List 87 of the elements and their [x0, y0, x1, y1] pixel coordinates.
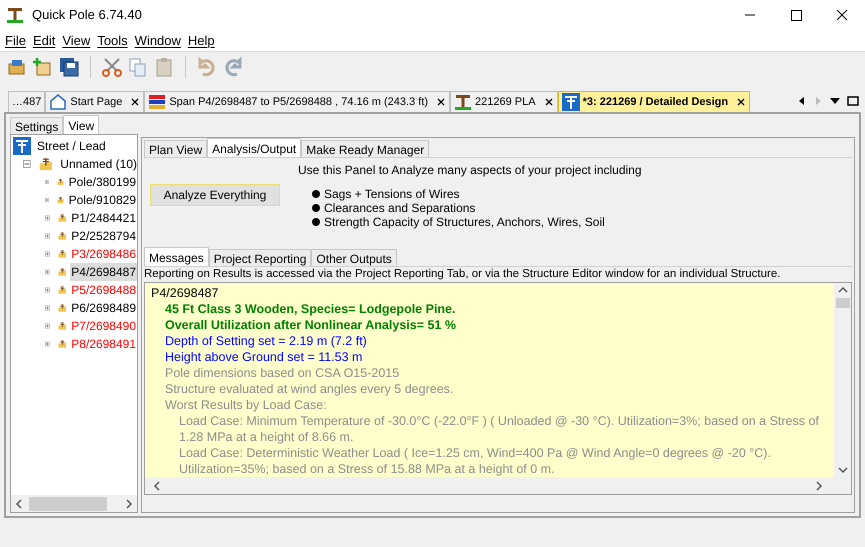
scroll-right-icon[interactable]: [815, 480, 823, 490]
document-tab[interactable]: *3: 221269 / Detailed Design: [558, 91, 750, 112]
menu-item[interactable]: Tools: [97, 30, 128, 50]
tab[interactable]: Plan View: [144, 140, 208, 157]
document-tab[interactable]: 221269 PLA: [450, 91, 558, 112]
pole-icon: [6, 6, 24, 24]
expand-icon[interactable]: [45, 321, 50, 331]
pole-icon: [13, 137, 31, 155]
scroll-up-icon[interactable]: [838, 286, 848, 294]
expand-icon[interactable]: [45, 195, 49, 205]
intro-text: Use this Panel to Analyze many aspects of your project including: [297, 162, 642, 179]
bullet-text: Sags + Tensions of Wires: [324, 187, 460, 201]
scroll-left-icon[interactable]: [15, 498, 23, 508]
message-line: Overall Utilization after Nonlinear Analysis= 51 %: [164, 317, 457, 333]
dropdown-icon[interactable]: [829, 96, 841, 106]
message-line: Worst Results by Load Case:: [164, 397, 328, 413]
bullet-icon: [312, 190, 320, 198]
menu-item[interactable]: Window: [134, 30, 181, 50]
message-line: Pole dimensions based on CSA O15-2015: [164, 365, 400, 381]
close-icon[interactable]: [544, 97, 554, 107]
tab[interactable]: Messages: [144, 247, 209, 266]
save-icon[interactable]: [58, 56, 80, 78]
close-icon[interactable]: [130, 97, 140, 107]
tree-item[interactable]: P1/2484421: [70, 209, 137, 227]
close-icon[interactable]: [736, 97, 746, 107]
scroll-left-icon[interactable]: [797, 96, 807, 106]
reporting-note: Reporting on Results is accessed via the Project Reporting Tab, or via the Structure Editor window for an individual Structure.: [144, 266, 852, 282]
folder-icon: [38, 155, 52, 173]
tree-item[interactable]: P6/2698489: [70, 299, 137, 317]
scrollbar-thumb[interactable]: [29, 496, 107, 510]
scroll-right-icon[interactable]: [125, 498, 133, 508]
tab[interactable]: Make Ready Manager: [301, 140, 430, 157]
expand-icon[interactable]: [45, 213, 50, 223]
scroll-left-icon[interactable]: [153, 480, 161, 490]
tree-item[interactable]: P4/2698487: [70, 263, 137, 281]
message-line: P4/2698487: [151, 285, 220, 301]
tab[interactable]: View: [63, 115, 100, 134]
tab[interactable]: Other Outputs: [311, 249, 397, 266]
scissors-icon[interactable]: [101, 56, 123, 78]
tree-item[interactable]: Pole/910829: [68, 191, 137, 209]
expand-icon[interactable]: [45, 231, 50, 241]
tree-item[interactable]: P5/2698488: [70, 281, 137, 299]
expand-icon[interactable]: [45, 249, 50, 259]
expand-icon[interactable]: [45, 285, 50, 295]
pole-icon: [562, 93, 580, 111]
menu-item[interactable]: Help: [188, 30, 215, 50]
window-title: Quick Pole 6.74.40: [32, 6, 142, 24]
message-line: Height above Ground set = 11.53 m: [164, 349, 364, 365]
close-icon[interactable]: [436, 97, 446, 107]
tree-item[interactable]: Street / Lead: [37, 137, 106, 155]
horizontal-scrollbar[interactable]: [11, 495, 137, 512]
expand-icon[interactable]: [45, 267, 50, 277]
house-icon: [49, 93, 68, 111]
menu-item[interactable]: File: [5, 30, 26, 50]
document-tab[interactable]: …487: [8, 91, 46, 112]
bullet-icon: [312, 204, 320, 212]
tab[interactable]: Settings: [10, 117, 64, 134]
expand-icon[interactable]: [45, 339, 50, 349]
scrollbar-thumb[interactable]: [836, 298, 850, 308]
message-line: Depth of Setting set = 2.19 m (7.2 ft): [164, 333, 368, 349]
maximize-icon[interactable]: [847, 96, 859, 106]
message-line: 45 Ft Class 3 Wooden, Species= Lodgepole Pine.: [164, 301, 456, 317]
tree-item[interactable]: P2/2528794: [70, 227, 137, 245]
collapse-icon[interactable]: [23, 159, 31, 169]
scroll-down-icon[interactable]: [838, 466, 848, 474]
tree-item[interactable]: P8/2698491: [70, 335, 137, 353]
menu-item[interactable]: View: [62, 30, 90, 50]
tree-item[interactable]: Pole/380199: [68, 173, 137, 191]
expand-icon[interactable]: [45, 303, 50, 313]
document-tab[interactable]: Span P4/2698487 to P5/2698488 , 74.16 m (243.3 ft): [144, 91, 450, 112]
menu-item[interactable]: Edit: [32, 30, 56, 50]
message-line: Load Case: Minimum Temperature of -30.0°C (-22.0°F ) ( Unloaded @ -30 °C). Utilization=3%; based on a Stress of 1.28 MPa at a height of 8.66 m.: [178, 413, 820, 445]
bullet-text: Strength Capacity of Structures, Anchors, Wires, Soil: [324, 215, 605, 229]
message-line: Load Case: Deterministic Weather Load ( Ice=1.25 cm, Wind=400 Pa @ Wind Angle=0 degrees @ -20 °C). Utilization=35%; based on a Stress of 15.88 MPa at a height of 0 m.: [178, 445, 772, 477]
tree-item[interactable]: Unnamed (10): [60, 155, 137, 173]
wire-span-icon: [148, 93, 166, 111]
message-line: Structure evaluated at wind angles every 5 degrees.: [164, 381, 454, 397]
expand-icon[interactable]: [45, 177, 49, 187]
document-tab[interactable]: Start Page: [45, 91, 144, 112]
tab[interactable]: Project Reporting: [208, 249, 312, 266]
analyze-everything-button[interactable]: Analyze Everything: [150, 184, 280, 206]
tree-item[interactable]: P7/2698490: [70, 317, 137, 335]
tree-item[interactable]: P3/2698486: [70, 245, 137, 263]
pole-icon: [454, 93, 472, 111]
bullet-icon: [312, 218, 320, 226]
tab[interactable]: Analysis/Output: [207, 138, 302, 157]
bullet-text: Clearances and Separations: [324, 201, 476, 215]
